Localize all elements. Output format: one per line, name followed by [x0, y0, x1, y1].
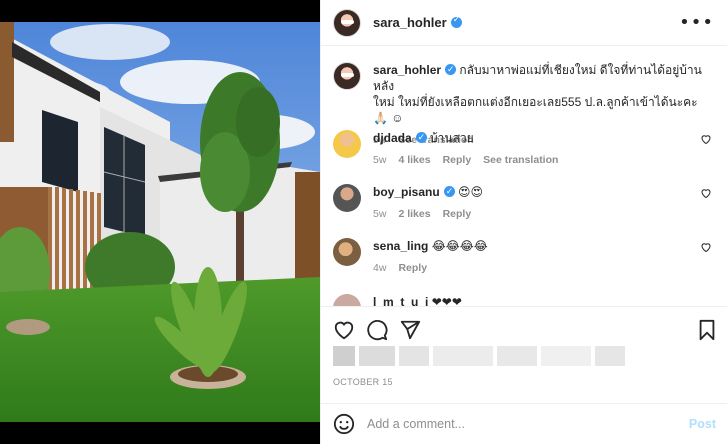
comment-username[interactable]: sena_ling	[373, 239, 428, 253]
commenter-avatar[interactable]	[333, 130, 361, 158]
verified-badge-icon	[415, 130, 427, 146]
reply-button[interactable]: Reply	[398, 260, 427, 276]
comment-time: 5w	[373, 208, 387, 220]
post-header: sara_hohler •••	[321, 0, 727, 46]
more-options-icon[interactable]: •••	[679, 12, 714, 33]
emoji-icon[interactable]	[333, 413, 355, 435]
like-comment-heart-icon[interactable]	[700, 187, 712, 199]
see-translation-link[interactable]: See translation	[483, 152, 558, 168]
post-photo[interactable]	[0, 0, 320, 444]
comment-text: 😍😍	[458, 185, 484, 199]
comment-item: boy_pisanu 😍😍 5w 2 likes Reply	[333, 184, 718, 222]
house-garden-image	[0, 22, 320, 422]
commenter-avatar[interactable]	[333, 238, 361, 266]
comments-list: sara_hohler กลับมาหาพ่อแม่ที่เชียงใหม่ ด…	[321, 46, 727, 306]
comment-text: ❤❤❤	[431, 295, 462, 306]
comment-text: บ้านสวย	[430, 131, 474, 145]
post-comment-button[interactable]: Post	[689, 417, 716, 431]
verified-badge-icon	[445, 62, 457, 78]
comment-likes[interactable]: 4 likes	[398, 152, 430, 168]
heart-icon[interactable]	[333, 319, 355, 341]
reply-button[interactable]: Reply	[443, 206, 472, 222]
send-icon[interactable]	[399, 319, 421, 341]
comment-username[interactable]: djdada	[373, 131, 412, 145]
liked-by-blurred[interactable]	[333, 346, 625, 366]
add-comment-bar: Post	[321, 403, 727, 444]
commenter-avatar[interactable]	[333, 184, 361, 212]
caption-avatar[interactable]	[333, 62, 361, 90]
comment-text: 😂😂😂😂	[431, 239, 488, 253]
comment-time: 4w	[373, 262, 387, 274]
author-avatar[interactable]	[333, 8, 361, 37]
verified-badge-icon	[443, 184, 455, 200]
reply-button[interactable]: Reply	[443, 152, 472, 168]
like-comment-heart-icon[interactable]	[700, 133, 712, 145]
instagram-post-modal: sara_hohler ••• sara_hohler กลับมาหาพ่อแ…	[0, 0, 727, 444]
post-details-panel: sara_hohler ••• sara_hohler กลับมาหาพ่อแ…	[320, 0, 727, 444]
like-comment-heart-icon[interactable]	[700, 241, 712, 253]
verified-badge-icon	[450, 15, 462, 28]
bookmark-icon[interactable]	[696, 319, 718, 341]
comment-likes[interactable]: 2 likes	[398, 206, 430, 222]
comment-item: sena_ling 😂😂😂😂 4w Reply	[333, 238, 718, 276]
comment-item: l_m_t_u_i ❤❤❤	[333, 294, 718, 306]
author-username[interactable]: sara_hohler	[373, 15, 447, 30]
comment-username[interactable]: boy_pisanu	[373, 185, 440, 199]
comment-icon[interactable]	[366, 319, 388, 341]
post-date: OCTOBER 15	[333, 377, 393, 387]
comment-username[interactable]: l_m_t_u_i	[373, 295, 428, 306]
comment-input[interactable]	[367, 417, 667, 431]
caption-text-line2: ใหม่ ใหม่ที่ยังเหลือตกแต่งอีกเยอะเลย555 …	[373, 95, 698, 125]
comment-time: 5w	[373, 154, 387, 166]
commenter-avatar[interactable]	[333, 294, 361, 306]
caption-username[interactable]: sara_hohler	[373, 63, 441, 77]
post-actions-bar	[321, 306, 727, 346]
comment-item: djdada บ้านสวย 5w 4 likes Reply See tran…	[333, 130, 718, 168]
